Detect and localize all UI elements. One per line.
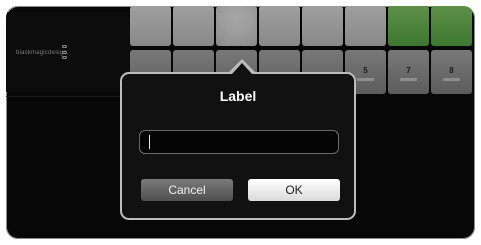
ok-button[interactable]: OK bbox=[248, 179, 340, 201]
text-caret bbox=[149, 135, 150, 149]
label-input[interactable] bbox=[139, 130, 339, 154]
dialog-title: Label bbox=[219, 88, 257, 104]
cancel-button[interactable]: Cancel bbox=[141, 179, 233, 201]
dialog-pointer-fill bbox=[232, 63, 252, 74]
control-panel: blackmagicdesign 578 Label Cancel OK bbox=[6, 6, 475, 239]
label-dialog: Label Cancel OK bbox=[120, 72, 356, 220]
